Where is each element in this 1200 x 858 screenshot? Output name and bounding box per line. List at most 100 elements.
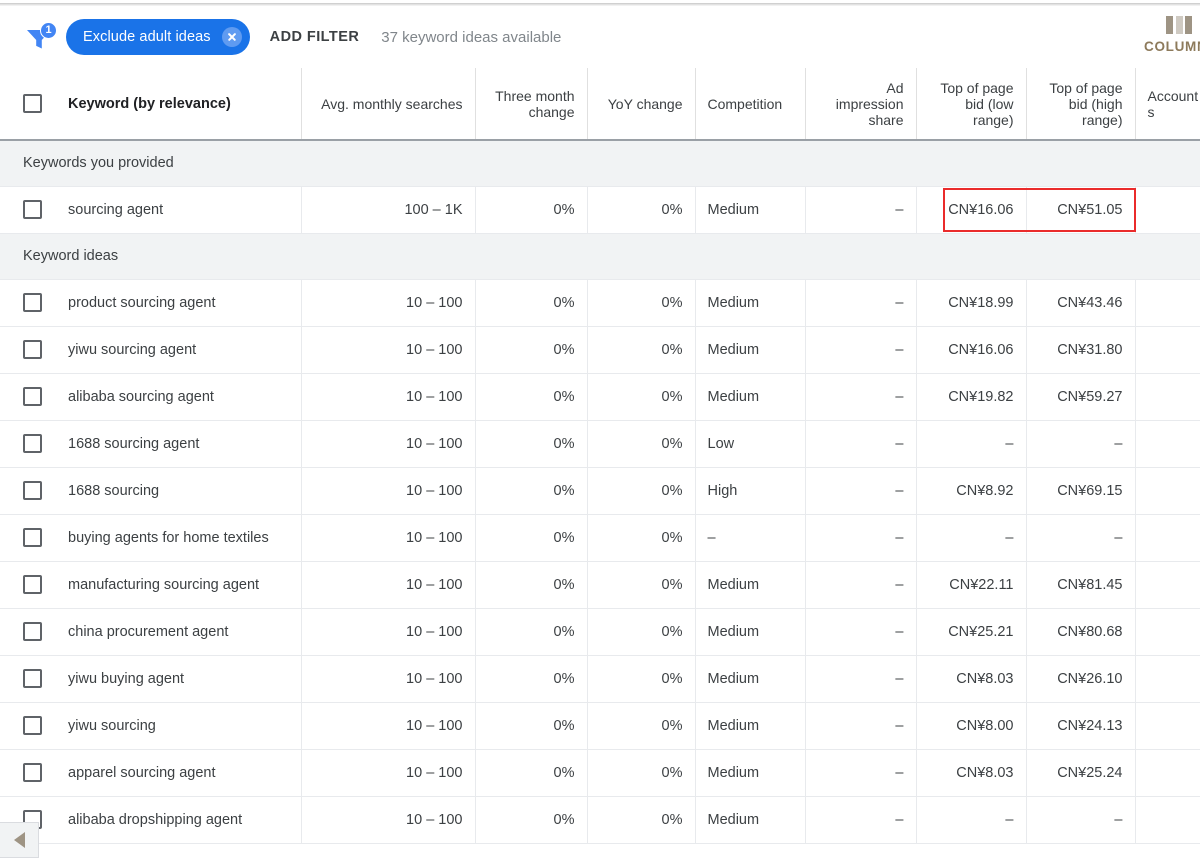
add-filter-button[interactable]: ADD FILTER — [270, 29, 360, 45]
cell-bid-low: CN¥19.82 — [916, 373, 1027, 421]
cell-competition: Low — [695, 420, 806, 468]
cell-keyword[interactable]: manufacturing sourcing agent — [0, 561, 302, 609]
table-row[interactable]: alibaba sourcing agent 10 – 100 0% 0% Medium… — [0, 373, 1200, 421]
exclude-adult-ideas-chip[interactable]: Exclude adult ideas — [66, 19, 250, 55]
cell-competition: Medium — [695, 702, 806, 750]
keyword-label: china procurement agent — [68, 623, 229, 640]
cell-account-status — [1135, 608, 1200, 656]
column-header-yoy-change[interactable]: YoY change — [587, 68, 696, 140]
cell-account-status — [1135, 655, 1200, 703]
column-header-three-month-change[interactable]: Three month change — [475, 68, 588, 140]
row-checkbox[interactable] — [23, 716, 42, 735]
cell-keyword[interactable]: alibaba dropshipping agent — [0, 796, 302, 844]
cell-keyword[interactable]: alibaba sourcing agent — [0, 373, 302, 421]
cell-keyword[interactable]: 1688 sourcing — [0, 467, 302, 515]
filter-icon-container[interactable]: 1 — [18, 17, 58, 57]
row-checkbox[interactable] — [23, 481, 42, 500]
cell-account-status — [1135, 420, 1200, 468]
table-row[interactable]: manufacturing sourcing agent 10 – 100 0% 0%… — [0, 561, 1200, 609]
cell-yoy-change: 0% — [587, 796, 696, 844]
cell-competition: – — [695, 514, 806, 562]
cell-keyword[interactable]: apparel sourcing agent — [0, 749, 302, 797]
cell-keyword[interactable]: yiwu sourcing — [0, 702, 302, 750]
cell-competition: Medium — [695, 608, 806, 656]
cell-avg-monthly-searches: 10 – 100 — [301, 655, 476, 703]
row-checkbox[interactable] — [23, 340, 42, 359]
cell-keyword[interactable]: yiwu buying agent — [0, 655, 302, 703]
filter-count-badge: 1 — [40, 22, 57, 39]
cell-avg-monthly-searches: 100 – 1K — [301, 186, 476, 234]
column-header-avg-monthly-searches[interactable]: Avg. monthly searches — [301, 68, 476, 140]
table-body: Keywords you provided sourcing agent 100 –… — [0, 140, 1200, 844]
keyword-table-container: Keyword (by relevance) Avg. monthly searc… — [0, 68, 1200, 858]
scroll-left-button[interactable] — [0, 822, 39, 858]
keyword-label: alibaba dropshipping agent — [68, 811, 243, 828]
keyword-label: product sourcing agent — [68, 294, 216, 311]
select-all-checkbox[interactable] — [23, 94, 42, 113]
cell-competition: Medium — [695, 561, 806, 609]
row-checkbox[interactable] — [23, 434, 42, 453]
cell-bid-high: – — [1026, 796, 1136, 844]
table-row[interactable]: product sourcing agent 10 – 100 0% 0% Medium… — [0, 279, 1200, 327]
keyword-planner-screen: 1 Exclude adult ideas ADD FILTER 37 keyw… — [0, 0, 1200, 858]
cell-keyword[interactable]: 1688 sourcing agent — [0, 420, 302, 468]
table-row[interactable]: yiwu sourcing 10 – 100 0% 0% Medium – CN¥8.00 C… — [0, 702, 1200, 750]
column-header-top-of-page-bid-high-range[interactable]: Top of page bid (high range) — [1026, 68, 1136, 140]
cell-three-month-change: 0% — [475, 279, 588, 327]
cell-keyword[interactable]: product sourcing agent — [0, 279, 302, 327]
cell-ad-impression-share: – — [805, 608, 917, 656]
cell-bid-high: CN¥51.05 — [1026, 186, 1136, 234]
cell-keyword[interactable]: china procurement agent — [0, 608, 302, 656]
row-checkbox[interactable] — [23, 528, 42, 547]
cell-bid-high: CN¥26.10 — [1026, 655, 1136, 703]
cell-competition: Medium — [695, 373, 806, 421]
keyword-label: 1688 sourcing agent — [68, 435, 200, 452]
row-checkbox[interactable] — [23, 200, 42, 219]
keyword-label: apparel sourcing agent — [68, 764, 216, 781]
cell-bid-high: CN¥25.24 — [1026, 749, 1136, 797]
row-checkbox[interactable] — [23, 387, 42, 406]
cell-keyword[interactable]: sourcing agent — [0, 186, 302, 234]
column-header-ad-impression-share[interactable]: Ad impression share — [805, 68, 917, 140]
row-checkbox[interactable] — [23, 669, 42, 688]
close-circle-icon[interactable] — [221, 27, 242, 47]
table-row[interactable]: 1688 sourcing agent 10 – 100 0% 0% Low – – – — [0, 420, 1200, 468]
column-header-account-s[interactable]: Account s — [1135, 68, 1200, 140]
table-row[interactable]: 1688 sourcing 10 – 100 0% 0% High – CN¥8.92 CN¥… — [0, 467, 1200, 515]
columns-button[interactable]: COLUMNS — [1144, 14, 1200, 54]
keyword-label: yiwu sourcing — [68, 717, 156, 734]
table-row[interactable]: alibaba dropshipping agent 10 – 100 0% 0% Me… — [0, 796, 1200, 844]
cell-bid-high: CN¥24.13 — [1026, 702, 1136, 750]
column-header-top-of-page-bid-low-range[interactable]: Top of page bid (low range) — [916, 68, 1027, 140]
table-row[interactable]: apparel sourcing agent 10 – 100 0% 0% Medium… — [0, 749, 1200, 797]
table-row[interactable]: yiwu buying agent 10 – 100 0% 0% Medium – CN¥8… — [0, 655, 1200, 703]
row-checkbox[interactable] — [23, 575, 42, 594]
cell-bid-low: CN¥8.00 — [916, 702, 1027, 750]
column-header-competition[interactable]: Competition — [695, 68, 806, 140]
cell-bid-high: CN¥69.15 — [1026, 467, 1136, 515]
table-row[interactable]: yiwu sourcing agent 10 – 100 0% 0% Medium – CN… — [0, 326, 1200, 374]
cell-keyword[interactable]: yiwu sourcing agent — [0, 326, 302, 374]
cell-ad-impression-share: – — [805, 796, 917, 844]
cell-ad-impression-share: – — [805, 561, 917, 609]
cell-avg-monthly-searches: 10 – 100 — [301, 702, 476, 750]
cell-yoy-change: 0% — [587, 279, 696, 327]
table-row[interactable]: china procurement agent 10 – 100 0% 0% Mediu… — [0, 608, 1200, 656]
row-checkbox[interactable] — [23, 293, 42, 312]
cell-competition: Medium — [695, 655, 806, 703]
chip-label: Exclude adult ideas — [83, 29, 211, 45]
row-checkbox[interactable] — [23, 622, 42, 641]
column-header-keyword[interactable]: Keyword (by relevance) — [0, 68, 302, 140]
cell-yoy-change: 0% — [587, 561, 696, 609]
cell-keyword[interactable]: buying agents for home textiles — [0, 514, 302, 562]
cell-yoy-change: 0% — [587, 608, 696, 656]
cell-yoy-change: 0% — [587, 420, 696, 468]
table-row[interactable]: sourcing agent 100 – 1K 0% 0% Medium – CN¥16.0… — [0, 186, 1200, 234]
cell-three-month-change: 0% — [475, 655, 588, 703]
keyword-label: manufacturing sourcing agent — [68, 576, 260, 593]
row-checkbox[interactable] — [23, 763, 42, 782]
columns-button-label: COLUMNS — [1144, 39, 1200, 54]
table-row[interactable]: buying agents for home textiles 10 – 100 0… — [0, 514, 1200, 562]
cell-account-status — [1135, 561, 1200, 609]
cell-avg-monthly-searches: 10 – 100 — [301, 326, 476, 374]
